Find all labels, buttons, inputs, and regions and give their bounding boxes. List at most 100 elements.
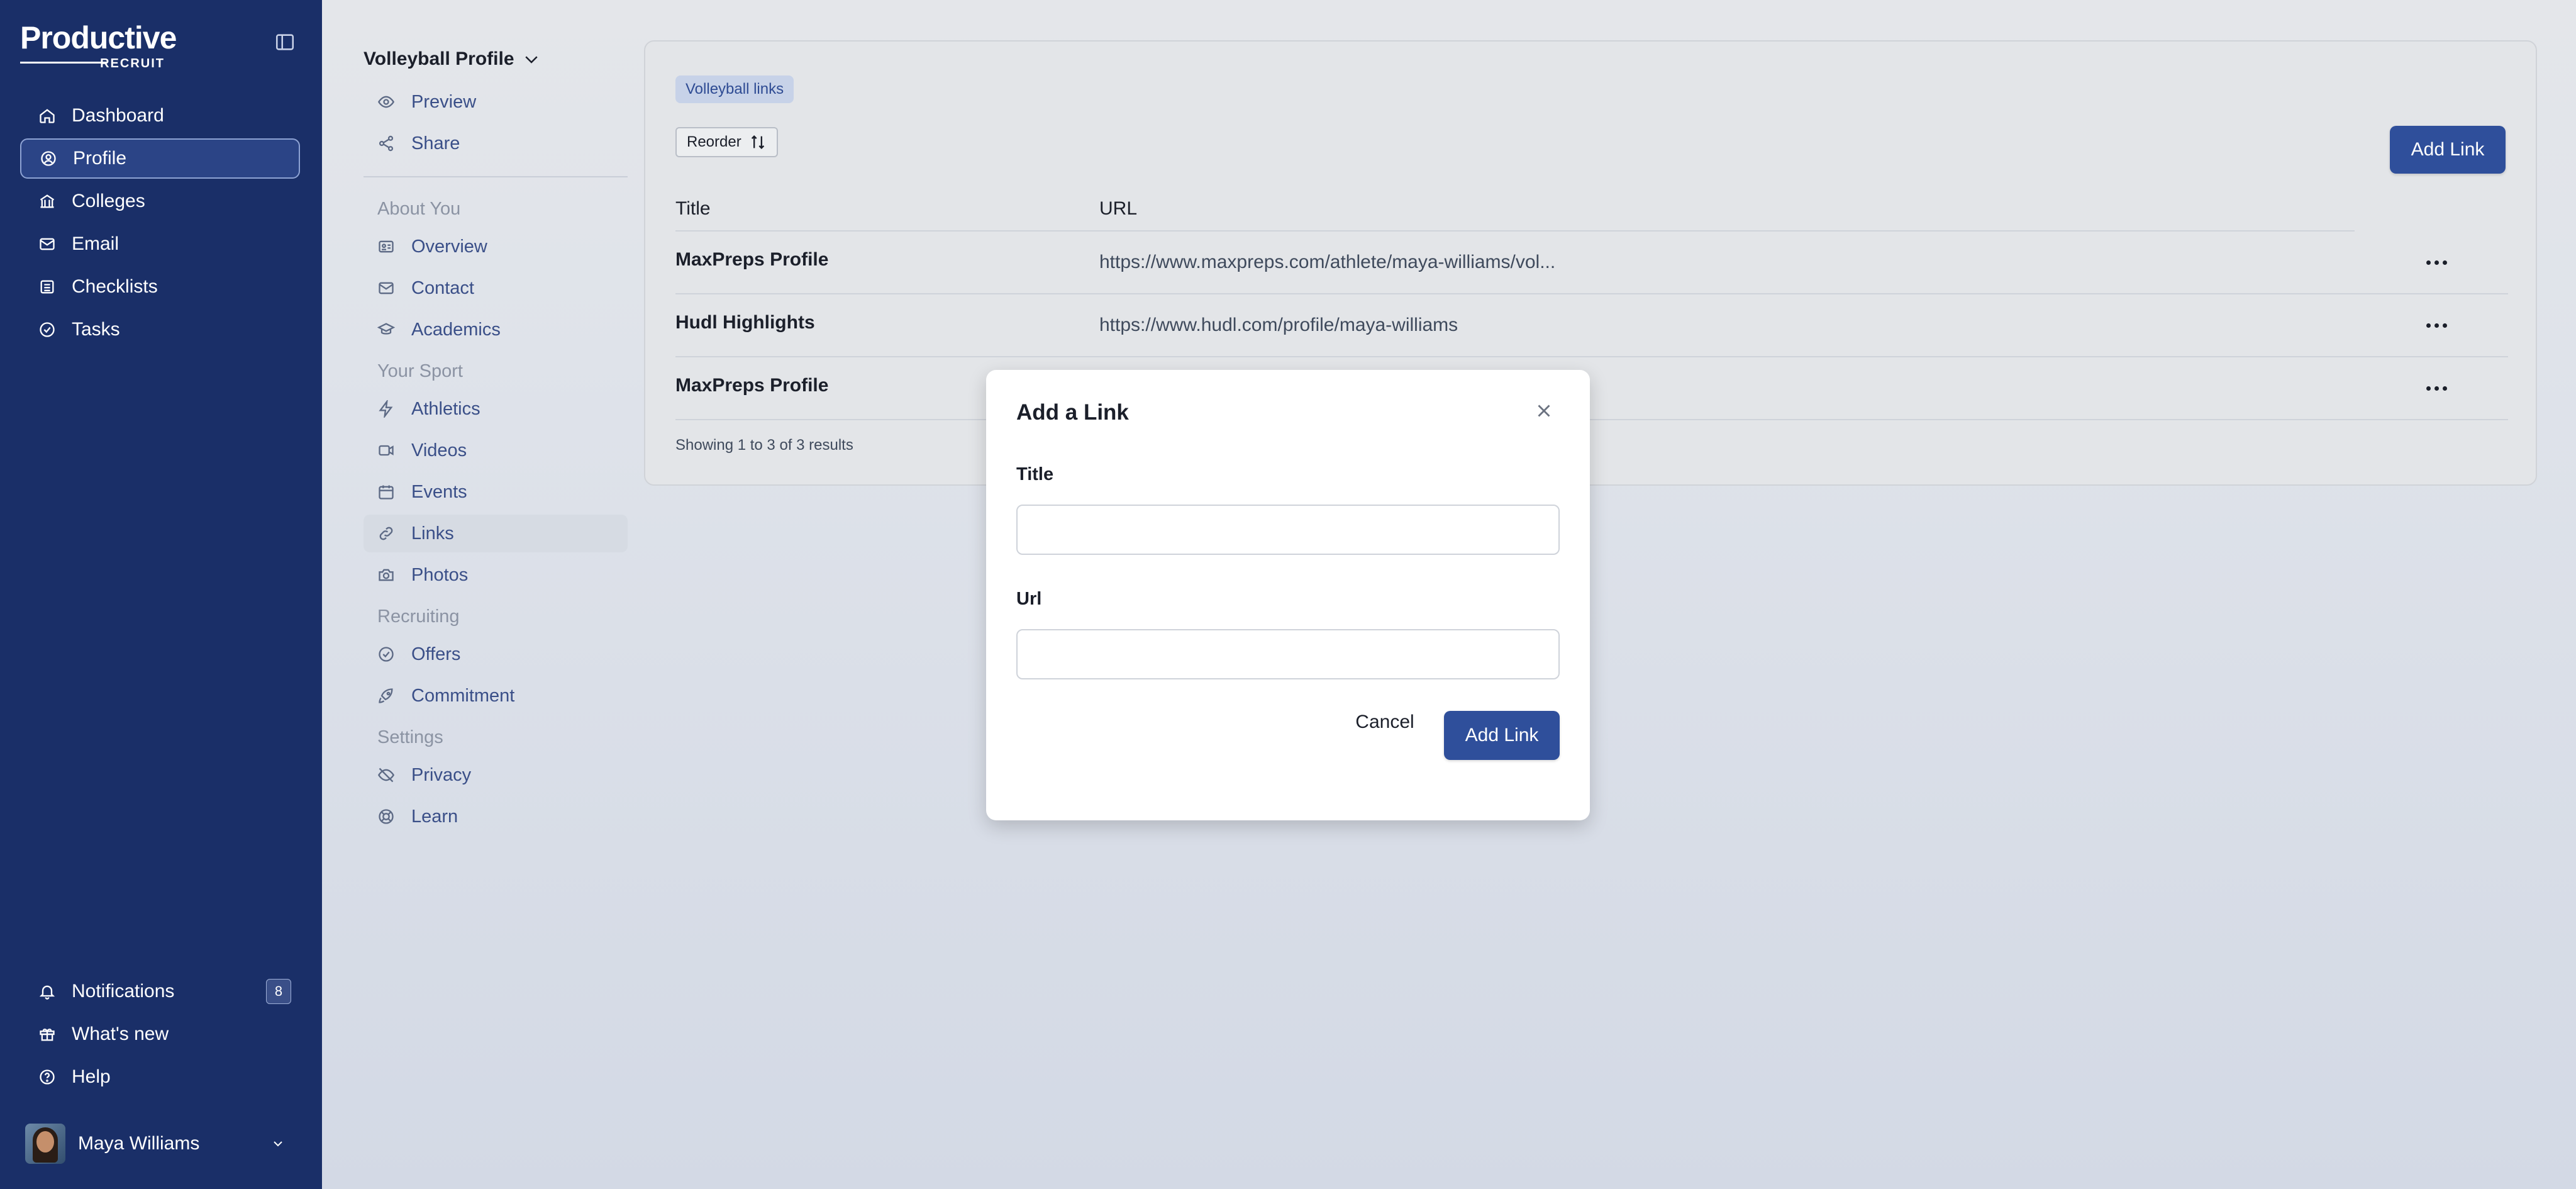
sidebar-item-label: Checklists	[72, 276, 158, 297]
table-row[interactable]: MaxPreps Profile	[675, 357, 2508, 420]
video-icon	[377, 441, 396, 460]
building-icon	[38, 192, 57, 211]
sidebar-item-notifications[interactable]: Notifications 8	[20, 971, 300, 1012]
sidebar-item-label: Email	[72, 233, 119, 254]
subnav-item-label: Athletics	[411, 398, 480, 419]
subnav-item-videos[interactable]: Videos	[364, 432, 628, 469]
eye-icon	[377, 92, 396, 111]
profile-title: Volleyball Profile	[364, 48, 514, 69]
more-options-icon[interactable]	[2418, 313, 2455, 338]
sidebar-item-tasks[interactable]: Tasks	[20, 310, 300, 350]
avatar	[25, 1124, 65, 1164]
mail-icon	[377, 279, 396, 298]
logo-subtext: RECRUIT	[100, 57, 165, 70]
check-circle-icon	[38, 320, 57, 339]
subnav-item-label: Learn	[411, 806, 458, 827]
column-header-title: Title	[675, 198, 711, 219]
subnav-item-preview[interactable]: Preview	[364, 83, 628, 121]
user-menu[interactable]: Maya Williams	[25, 1124, 296, 1164]
title-input[interactable]	[1016, 505, 1560, 555]
link-url[interactable]: https://www.hudl.com/profile/maya-willia…	[1099, 315, 2418, 336]
subnav-item-label: Offers	[411, 644, 461, 664]
links-card: Volleyball links Reorder Add Link Title …	[644, 40, 2537, 486]
profile-selector[interactable]: Volleyball Profile	[364, 44, 628, 74]
camera-icon	[377, 566, 396, 584]
sidebar-item-label: Tasks	[72, 319, 120, 340]
url-field-label: Url	[1016, 589, 1042, 609]
sidebar-item-profile[interactable]: Profile	[20, 138, 300, 179]
links-table: Title URL MaxPreps Profile https://www.m…	[675, 187, 2508, 420]
user-name: Maya Williams	[78, 1133, 200, 1154]
subnav-item-contact[interactable]: Contact	[364, 269, 628, 307]
sidebar-item-colleges[interactable]: Colleges	[20, 181, 300, 221]
link-url[interactable]: https://www.maxpreps.com/athlete/maya-wi…	[1099, 252, 2418, 273]
subnav-item-label: Links	[411, 523, 454, 544]
more-options-icon[interactable]	[2418, 250, 2455, 275]
reorder-button[interactable]: Reorder	[675, 127, 778, 157]
reorder-label: Reorder	[687, 133, 741, 150]
divider	[364, 176, 628, 177]
share-icon	[377, 134, 396, 153]
subnav-item-privacy[interactable]: Privacy	[364, 756, 628, 794]
sidebar-item-help[interactable]: Help	[20, 1057, 300, 1097]
table-row[interactable]: Hudl Highlights https://www.hudl.com/pro…	[675, 294, 2508, 357]
subnav-item-label: Events	[411, 481, 467, 502]
sidebar-item-label: Help	[72, 1066, 111, 1087]
subnav-item-label: Privacy	[411, 764, 472, 785]
section-heading-your-sport: Your Sport	[377, 360, 463, 381]
subnav-item-label: Academics	[411, 319, 501, 340]
close-icon[interactable]	[1533, 400, 1555, 421]
sidebar-item-whats-new[interactable]: What's new	[20, 1014, 300, 1054]
add-link-dialog: Add a Link Title Url Cancel Add Link	[986, 370, 1590, 820]
check-circle-icon	[377, 645, 396, 664]
sort-arrows-icon	[751, 135, 764, 149]
sidebar-item-checklists[interactable]: Checklists	[20, 267, 300, 307]
graduation-cap-icon	[377, 320, 396, 339]
bolt-icon	[377, 399, 396, 418]
subnav-item-links[interactable]: Links	[364, 515, 628, 552]
calendar-icon	[377, 483, 396, 501]
sidebar-toggle-icon[interactable]	[274, 31, 296, 53]
subnav-item-learn[interactable]: Learn	[364, 798, 628, 835]
chevron-down-icon	[525, 56, 538, 64]
user-circle-icon	[39, 149, 58, 168]
add-link-button[interactable]: Add Link	[2390, 126, 2506, 174]
sidebar-item-dashboard[interactable]: Dashboard	[20, 96, 300, 136]
sidebar: Productive RECRUIT Dashboard Profile Col…	[0, 0, 322, 1189]
dialog-title: Add a Link	[1016, 400, 1129, 425]
submit-add-link-button[interactable]: Add Link	[1444, 711, 1560, 760]
more-options-icon[interactable]	[2418, 376, 2455, 401]
cancel-button[interactable]: Cancel	[1355, 710, 1415, 735]
logo-text: Productive	[20, 20, 177, 55]
subnav-item-share[interactable]: Share	[364, 125, 628, 162]
home-icon	[38, 106, 57, 125]
gift-icon	[38, 1025, 57, 1044]
notification-count-badge: 8	[266, 979, 291, 1004]
subnav-item-label: Videos	[411, 440, 467, 461]
subnav-item-offers[interactable]: Offers	[364, 635, 628, 673]
subnav-item-events[interactable]: Events	[364, 473, 628, 511]
subnav-item-label: Overview	[411, 236, 487, 257]
subnav-item-overview[interactable]: Overview	[364, 228, 628, 265]
subnav-item-commitment[interactable]: Commitment	[364, 677, 628, 715]
subnav-item-athletics[interactable]: Athletics	[364, 390, 628, 428]
section-chip: Volleyball links	[675, 75, 794, 103]
subnav-item-label: Photos	[411, 564, 469, 585]
mail-icon	[38, 235, 57, 254]
table-row[interactable]: MaxPreps Profile https://www.maxpreps.co…	[675, 232, 2508, 294]
bottom-nav: Notifications 8 What's new Help	[20, 971, 300, 1100]
sidebar-item-email[interactable]: Email	[20, 224, 300, 264]
url-input[interactable]	[1016, 629, 1560, 679]
sidebar-item-label: What's new	[72, 1024, 169, 1044]
section-heading-recruiting: Recruiting	[377, 606, 460, 627]
section-heading-about-you: About You	[377, 198, 461, 219]
link-icon	[377, 524, 396, 543]
subnav-item-label: Preview	[411, 91, 477, 112]
main-nav: Dashboard Profile Colleges Email Checkli…	[20, 96, 300, 352]
sidebar-item-label: Colleges	[72, 191, 145, 211]
productive-recruit-logo[interactable]: Productive RECRUIT	[20, 20, 177, 70]
subnav-item-academics[interactable]: Academics	[364, 311, 628, 349]
subnav-item-photos[interactable]: Photos	[364, 556, 628, 594]
column-header-url: URL	[1099, 198, 1138, 219]
link-title: MaxPreps Profile	[675, 249, 829, 270]
